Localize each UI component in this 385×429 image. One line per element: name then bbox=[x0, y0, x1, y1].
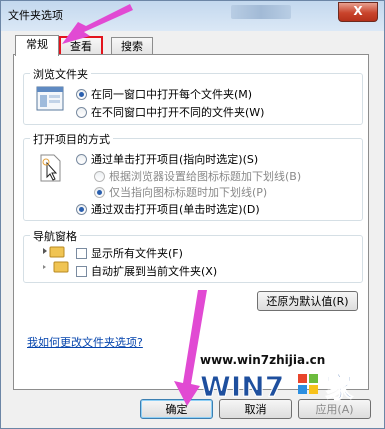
checkbox-show-all-folders[interactable]: 显示所有文件夹(F) bbox=[76, 245, 183, 261]
cancel-button[interactable]: 取消 bbox=[219, 399, 292, 419]
help-link[interactable]: 我如何更改文件夹选项? bbox=[27, 334, 143, 350]
click-items-group: 打开项目的方式 通过单击打开项目(指向时选定)(S) 根据浏览器设置给图标标题加… bbox=[23, 131, 363, 221]
checkbox-label: 显示所有文件夹(F) bbox=[91, 247, 183, 260]
tab-view[interactable]: 查看 bbox=[59, 36, 103, 56]
folder-tree-icon bbox=[43, 246, 69, 273]
radio-same-window[interactable]: 在同一窗口中打开每个文件夹(M) bbox=[76, 86, 252, 102]
close-button[interactable]: X bbox=[338, 2, 378, 22]
folder-options-dialog: 文件夹选项 X 常规 查看 搜索 浏览文件夹 在同一窗口中打开每个文件夹(M) bbox=[0, 0, 385, 429]
group-title: 打开项目的方式 bbox=[30, 131, 113, 147]
radio-label: 通过双击打开项目(单击时选定)(D) bbox=[91, 203, 260, 216]
restore-defaults-button[interactable]: 还原为默认值(R) bbox=[257, 291, 358, 311]
radio-button[interactable] bbox=[76, 203, 87, 215]
ok-button[interactable]: 确定 bbox=[140, 399, 213, 419]
radio-label: 在不同窗口中打开不同的文件夹(W) bbox=[91, 106, 265, 119]
radio-label: 在同一窗口中打开每个文件夹(M) bbox=[91, 88, 253, 101]
radio-button[interactable] bbox=[76, 88, 87, 100]
window-layout-icon bbox=[36, 86, 64, 111]
radio-label: 仅当指向图标标题时加下划线(P) bbox=[109, 186, 268, 199]
tab-general[interactable]: 常规 bbox=[15, 35, 59, 56]
title-bar-blur bbox=[231, 5, 291, 19]
tab-search[interactable]: 搜索 bbox=[111, 37, 153, 55]
radio-button[interactable] bbox=[94, 186, 105, 198]
pointer-click-icon bbox=[40, 154, 61, 182]
radio-button[interactable] bbox=[76, 106, 87, 118]
radio-label: 根据浏览器设置给图标标题加下划线(B) bbox=[109, 170, 302, 183]
checkbox-label: 自动扩展到当前文件夹(X) bbox=[91, 265, 218, 278]
watermark-url: www.win7zhijia.cn bbox=[200, 353, 326, 367]
radio-button[interactable] bbox=[76, 153, 87, 165]
group-title: 浏览文件夹 bbox=[30, 66, 91, 82]
browse-folders-group: 浏览文件夹 在同一窗口中打开每个文件夹(M) 在不同窗口中打开不同的文件夹(W) bbox=[23, 66, 363, 125]
radio-single-click[interactable]: 通过单击打开项目(指向时选定)(S) bbox=[76, 151, 258, 167]
radio-button[interactable] bbox=[94, 170, 105, 182]
checkbox[interactable] bbox=[76, 247, 87, 259]
title-bar: 文件夹选项 X bbox=[1, 1, 384, 27]
radio-underline-point[interactable]: 仅当指向图标标题时加下划线(P) bbox=[94, 184, 267, 200]
checkbox-auto-expand[interactable]: 自动扩展到当前文件夹(X) bbox=[76, 263, 217, 279]
apply-button[interactable]: 应用(A) bbox=[298, 399, 371, 419]
window-title: 文件夹选项 bbox=[8, 9, 63, 22]
group-title: 导航窗格 bbox=[30, 228, 80, 244]
radio-label: 通过单击打开项目(指向时选定)(S) bbox=[91, 153, 259, 166]
radio-different-window[interactable]: 在不同窗口中打开不同的文件夹(W) bbox=[76, 104, 264, 120]
navigation-pane-group: 导航窗格 显示所有文件夹(F) 自动扩展到当前文件夹(X) bbox=[23, 228, 363, 283]
tab-panel-general: 浏览文件夹 在同一窗口中打开每个文件夹(M) 在不同窗口中打开不同的文件夹(W)… bbox=[13, 54, 369, 390]
checkbox[interactable] bbox=[76, 265, 87, 277]
radio-double-click[interactable]: 通过双击打开项目(单击时选定)(D) bbox=[76, 201, 260, 217]
radio-underline-browser[interactable]: 根据浏览器设置给图标标题加下划线(B) bbox=[94, 168, 301, 184]
